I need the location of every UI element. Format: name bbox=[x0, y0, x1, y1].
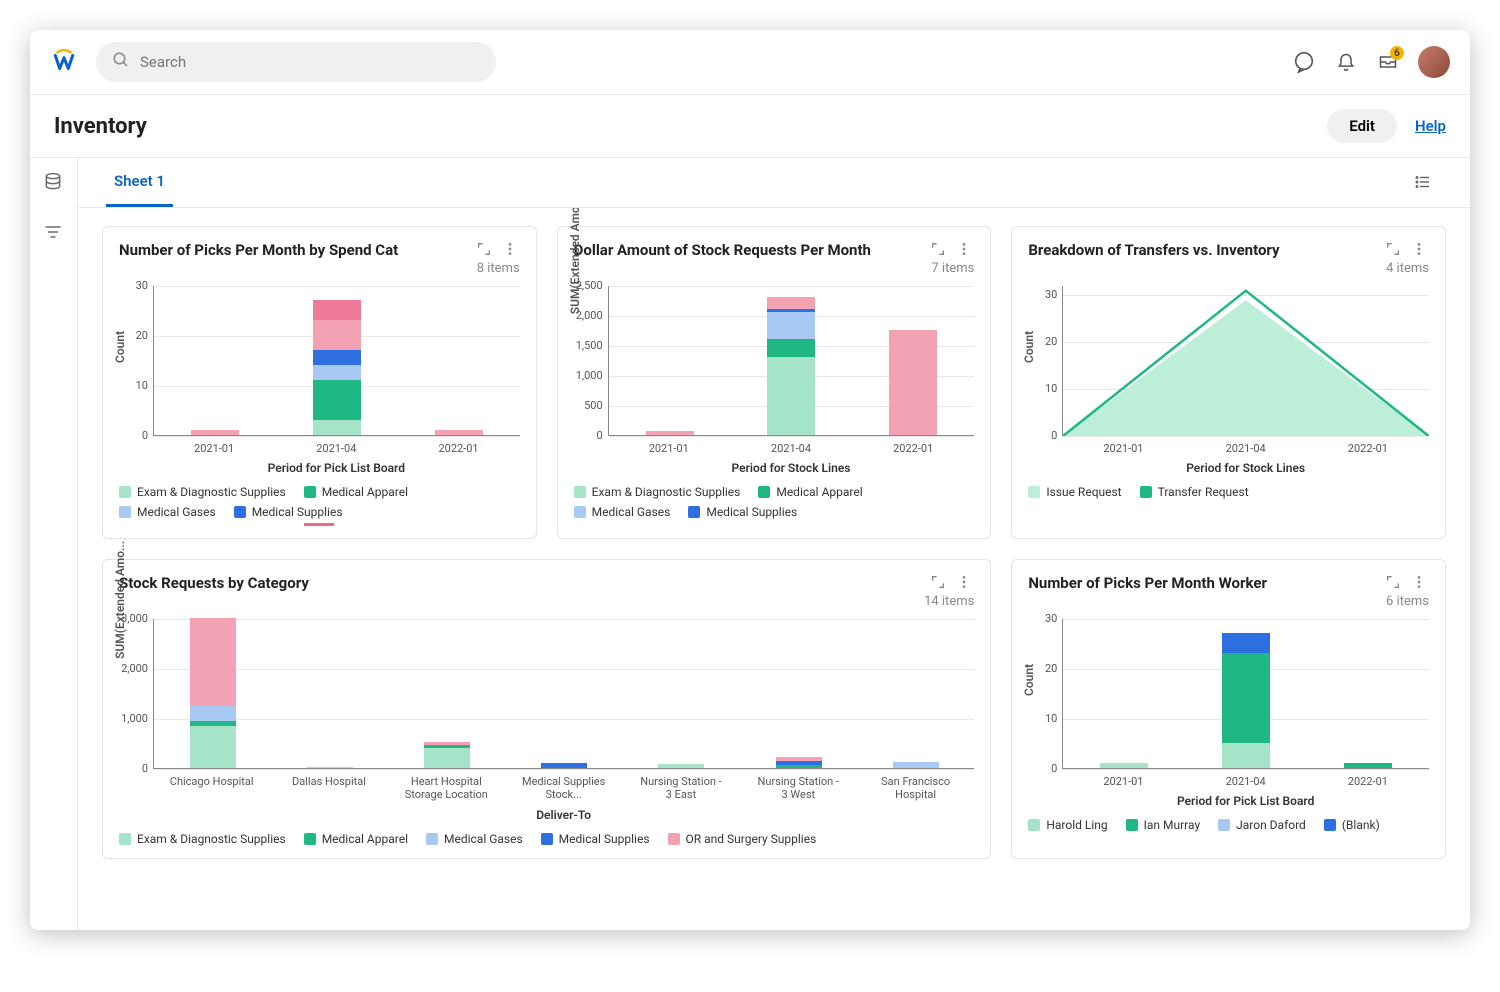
x-tick: 2022-01 bbox=[1323, 775, 1413, 788]
left-sidebar bbox=[30, 158, 78, 930]
filter-icon[interactable] bbox=[43, 222, 65, 244]
inbox-icon[interactable]: 6 bbox=[1376, 50, 1400, 74]
y-axis-label: SUM(Extended Amount) bbox=[568, 208, 582, 314]
legend: Harold LingIan MurrayJaron Daford(Blank) bbox=[1028, 818, 1429, 832]
more-icon[interactable] bbox=[1411, 241, 1429, 259]
y-axis-label: Count bbox=[113, 330, 127, 362]
more-icon[interactable] bbox=[956, 241, 974, 259]
chat-icon[interactable] bbox=[1292, 50, 1316, 74]
bell-icon[interactable] bbox=[1334, 50, 1358, 74]
y-axis-label: SUM(Extended Amo... bbox=[113, 541, 127, 659]
x-axis-label: Deliver-To bbox=[153, 808, 974, 822]
expand-icon[interactable] bbox=[1385, 241, 1403, 259]
search-box[interactable] bbox=[96, 42, 496, 82]
search-icon bbox=[112, 51, 130, 73]
card-title: Dollar Amount of Stock Requests Per Mont… bbox=[574, 241, 923, 259]
x-tick: 2022-01 bbox=[414, 442, 504, 455]
card-title: Number of Picks Per Month Worker bbox=[1028, 574, 1377, 592]
expand-icon[interactable] bbox=[930, 241, 948, 259]
card-title: Breakdown of Transfers vs. Inventory bbox=[1028, 241, 1377, 259]
more-icon[interactable] bbox=[502, 241, 520, 259]
x-tick: Nursing Station - 3 East bbox=[636, 775, 726, 801]
card-dollar: Dollar Amount of Stock Requests Per Mont… bbox=[557, 226, 992, 539]
x-tick: 2021-04 bbox=[291, 442, 381, 455]
x-tick: Medical Supplies Stock... bbox=[519, 775, 609, 801]
x-tick: 2021-04 bbox=[1201, 442, 1291, 455]
tab-sheet1[interactable]: Sheet 1 bbox=[106, 158, 173, 207]
app-logo[interactable] bbox=[50, 48, 78, 76]
item-count: 14 items bbox=[119, 594, 974, 609]
x-tick: Dallas Hospital bbox=[284, 775, 374, 801]
x-tick: Nursing Station - 3 West bbox=[753, 775, 843, 801]
x-tick: 2021-04 bbox=[1201, 775, 1291, 788]
card-picks_spend: Number of Picks Per Month by Spend Cat 8… bbox=[102, 226, 537, 539]
x-tick: Heart Hospital Storage Location bbox=[401, 775, 491, 801]
item-count: 8 items bbox=[119, 261, 520, 276]
edit-button[interactable]: Edit bbox=[1327, 109, 1397, 143]
more-icon[interactable] bbox=[1411, 574, 1429, 592]
x-axis-label: Period for Pick List Board bbox=[153, 461, 520, 475]
card-title: Stock Requests by Category bbox=[119, 574, 922, 592]
legend: Exam & Diagnostic SuppliesMedical Appare… bbox=[119, 485, 520, 519]
topbar: 6 bbox=[30, 30, 1470, 95]
card-title: Number of Picks Per Month by Spend Cat bbox=[119, 241, 468, 259]
search-input[interactable] bbox=[140, 53, 480, 71]
expand-icon[interactable] bbox=[930, 574, 948, 592]
x-tick: San Francisco Hospital bbox=[871, 775, 961, 801]
x-tick: 2021-01 bbox=[1078, 775, 1168, 788]
x-tick: 2021-01 bbox=[169, 442, 259, 455]
item-count: 4 items bbox=[1028, 261, 1429, 276]
x-tick: 2022-01 bbox=[868, 442, 958, 455]
inbox-badge: 6 bbox=[1390, 46, 1404, 60]
y-axis-label: Count bbox=[1022, 664, 1036, 696]
expand-icon[interactable] bbox=[476, 241, 494, 259]
item-count: 7 items bbox=[574, 261, 975, 276]
avatar[interactable] bbox=[1418, 46, 1450, 78]
x-axis-label: Period for Stock Lines bbox=[1062, 461, 1429, 475]
card-picks_worker: Number of Picks Per Month Worker 6 items… bbox=[1011, 559, 1446, 858]
x-tick: 2021-04 bbox=[746, 442, 836, 455]
list-view-icon[interactable] bbox=[1414, 173, 1434, 193]
x-tick: 2021-01 bbox=[1078, 442, 1168, 455]
tabs-row: Sheet 1 bbox=[78, 158, 1470, 208]
y-axis-label: Count bbox=[1022, 330, 1036, 362]
item-count: 6 items bbox=[1028, 594, 1429, 609]
x-tick: Chicago Hospital bbox=[167, 775, 257, 801]
legend-truncated-indicator bbox=[304, 523, 334, 526]
expand-icon[interactable] bbox=[1385, 574, 1403, 592]
card-bycat: Stock Requests by Category 14 items SUM(… bbox=[102, 559, 991, 858]
page-title: Inventory bbox=[54, 114, 1327, 139]
help-link[interactable]: Help bbox=[1415, 117, 1446, 135]
x-tick: 2022-01 bbox=[1323, 442, 1413, 455]
x-axis-label: Period for Pick List Board bbox=[1062, 794, 1429, 808]
titlebar: Inventory Edit Help bbox=[30, 95, 1470, 158]
x-tick: 2021-01 bbox=[624, 442, 714, 455]
card-transfers: Breakdown of Transfers vs. Inventory 4 i… bbox=[1011, 226, 1446, 539]
x-axis-label: Period for Stock Lines bbox=[608, 461, 975, 475]
legend: Exam & Diagnostic SuppliesMedical Appare… bbox=[574, 485, 975, 519]
legend: Issue RequestTransfer Request bbox=[1028, 485, 1429, 499]
legend: Exam & Diagnostic SuppliesMedical Appare… bbox=[119, 832, 974, 846]
data-sources-icon[interactable] bbox=[43, 172, 65, 194]
more-icon[interactable] bbox=[956, 574, 974, 592]
